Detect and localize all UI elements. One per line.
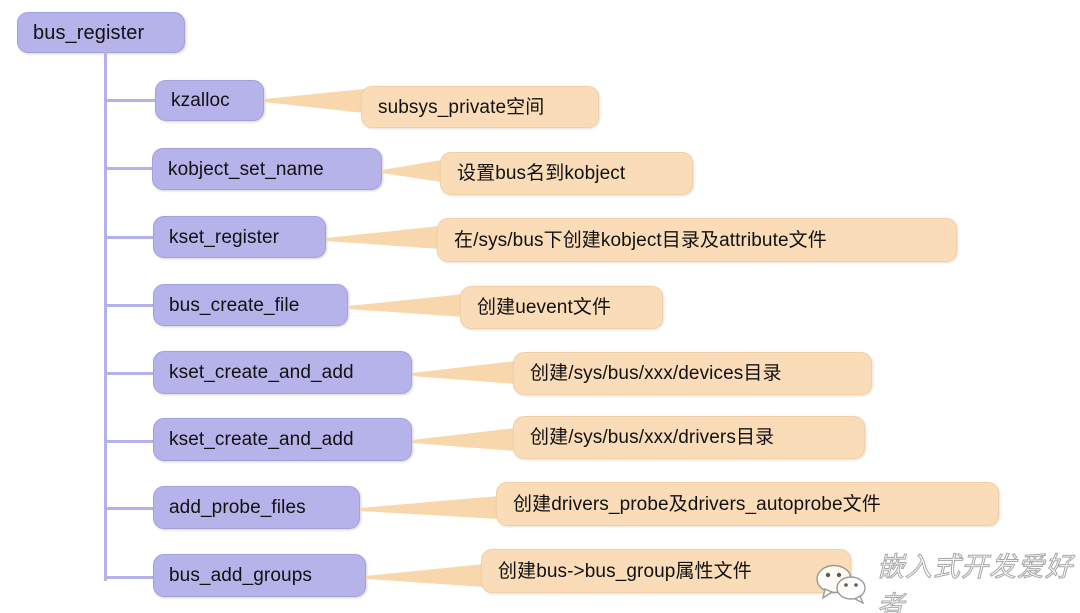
- node-step-6[interactable]: kset_create_and_add: [153, 418, 412, 461]
- note-connector-8: [366, 564, 484, 587]
- note-connector-5: [412, 361, 516, 384]
- note-2[interactable]: 设置bus名到kobject: [440, 152, 693, 195]
- branch-connector-4: [104, 304, 156, 307]
- node-step-7[interactable]: add_probe_files: [153, 486, 360, 529]
- note-connector-3: [326, 226, 440, 249]
- tree-trunk: [104, 52, 107, 581]
- branch-connector-6: [104, 440, 156, 443]
- node-label: kset_create_and_add: [169, 429, 354, 450]
- note-connector-6: [412, 428, 516, 451]
- note-label: 创建bus->bus_group属性文件: [498, 560, 752, 582]
- node-step-5[interactable]: kset_create_and_add: [153, 351, 412, 394]
- note-label: 创建uevent文件: [477, 297, 612, 318]
- note-label: 在/sys/bus下创建kobject目录及attribute文件: [454, 229, 827, 251]
- note-5[interactable]: 创建/sys/bus/xxx/devices目录: [513, 352, 872, 395]
- node-step-3[interactable]: kset_register: [153, 216, 326, 258]
- node-label: bus_create_file: [169, 294, 300, 316]
- note-label: 创建/sys/bus/xxx/devices目录: [530, 363, 782, 384]
- node-bus-register[interactable]: bus_register: [17, 12, 185, 53]
- node-label: kset_register: [169, 226, 280, 248]
- branch-connector-5: [104, 372, 156, 375]
- note-label: subsys_private空间: [378, 96, 545, 118]
- branch-connector-2: [104, 167, 156, 170]
- node-label: kset_create_and_add: [169, 362, 354, 383]
- watermark: 嵌入式开发爱好者: [815, 545, 1080, 613]
- node-step-1[interactable]: kzalloc: [155, 80, 264, 121]
- note-label: 创建/sys/bus/xxx/drivers目录: [530, 427, 775, 448]
- note-8[interactable]: 创建bus->bus_group属性文件: [481, 549, 851, 593]
- note-4[interactable]: 创建uevent文件: [460, 286, 663, 329]
- diagram-canvas: bus_register kzalloc subsys_private空间 ko…: [0, 0, 1080, 613]
- node-step-8[interactable]: bus_add_groups: [153, 554, 366, 597]
- node-label: add_probe_files: [169, 497, 306, 518]
- note-connector-4: [348, 294, 464, 317]
- note-connector-2: [382, 160, 442, 182]
- note-connector-1: [264, 89, 364, 113]
- branch-connector-7: [104, 507, 156, 510]
- note-label: 创建drivers_probe及drivers_autoprobe文件: [513, 493, 881, 515]
- note-label: 设置bus名到kobject: [457, 163, 626, 184]
- node-label: kobject_set_name: [168, 158, 324, 180]
- branch-connector-8: [104, 576, 156, 579]
- node-label: kzalloc: [171, 90, 230, 111]
- branch-connector-3: [104, 236, 156, 239]
- branch-connector-1: [104, 99, 156, 102]
- watermark-text: 嵌入式开发爱好者: [877, 552, 1073, 613]
- node-label: bus_add_groups: [169, 565, 312, 586]
- note-3[interactable]: 在/sys/bus下创建kobject目录及attribute文件: [437, 218, 957, 262]
- node-label: bus_register: [33, 21, 145, 44]
- note-7[interactable]: 创建drivers_probe及drivers_autoprobe文件: [496, 482, 999, 526]
- note-connector-7: [360, 496, 499, 519]
- node-step-4[interactable]: bus_create_file: [153, 284, 348, 326]
- note-6[interactable]: 创建/sys/bus/xxx/drivers目录: [513, 416, 865, 459]
- note-1[interactable]: subsys_private空间: [361, 86, 599, 128]
- node-step-2[interactable]: kobject_set_name: [152, 148, 382, 190]
